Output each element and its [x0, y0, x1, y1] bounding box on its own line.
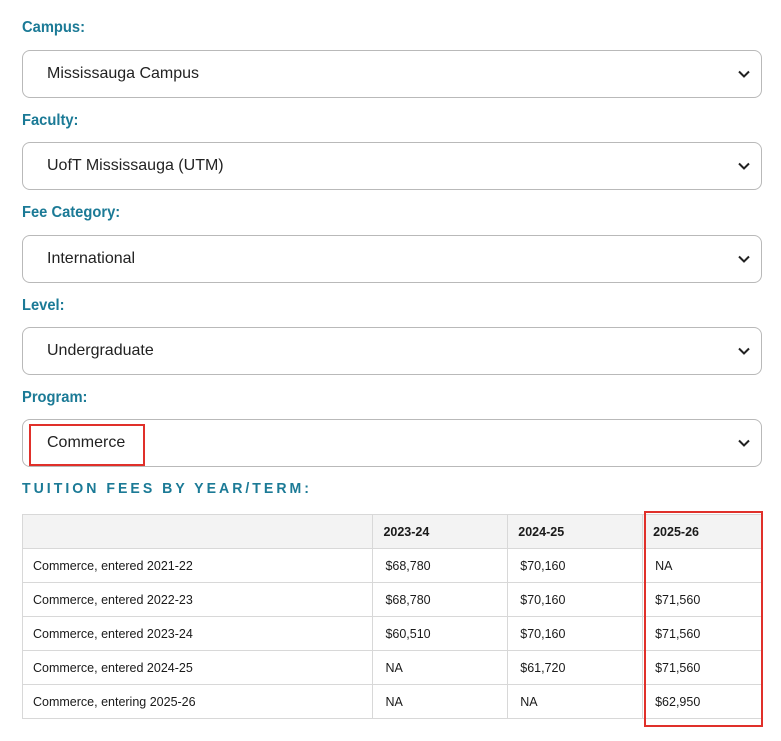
campus-select[interactable]: Mississauga Campus [22, 50, 762, 98]
row-label: Commerce, entered 2021-22 [21, 548, 374, 583]
table-header-cell [21, 514, 374, 549]
table-row: Commerce, entered 2023-24 $60,510 $70,16… [21, 616, 762, 651]
fee-cell: NA [642, 548, 762, 583]
tuition-fees-heading: TUITION FEES BY YEAR/TERM: [22, 480, 313, 497]
fee-category-group: Fee Category: [22, 203, 129, 223]
program-highlight-box [29, 424, 145, 466]
table-header-cell: 2025-26 [642, 514, 762, 549]
fee-cell: $62,950 [642, 684, 762, 719]
campus-group: Campus: [22, 18, 90, 38]
fee-cell: NA [507, 684, 644, 719]
chevron-down-icon [737, 436, 751, 450]
table-header-cell: 2024-25 [507, 514, 644, 549]
faculty-select[interactable]: UofT Mississauga (UTM) [22, 142, 762, 190]
table-header-cell: 2023-24 [372, 514, 509, 549]
tuition-fees-table: 2023-24 2024-25 2025-26 Commerce, entere… [21, 514, 762, 719]
program-group: Program: [22, 388, 93, 408]
fee-cell: $70,160 [507, 548, 644, 583]
table-row: Commerce, entering 2025-26 NA NA $62,950 [21, 684, 762, 719]
fee-cell: $71,560 [642, 650, 762, 685]
table-row: Commerce, entered 2021-22 $68,780 $70,16… [21, 548, 762, 583]
fee-cell: NA [372, 684, 509, 719]
row-label: Commerce, entered 2022-23 [21, 582, 374, 617]
fee-cell: $60,510 [372, 616, 509, 651]
row-label: Commerce, entered 2023-24 [21, 616, 374, 651]
fee-category-select[interactable]: International [22, 235, 762, 283]
level-group: Level: [22, 296, 68, 316]
fee-cell: $70,160 [507, 582, 644, 617]
fee-cell: $70,160 [507, 616, 644, 651]
program-label: Program: [22, 389, 88, 406]
fee-cell: $71,560 [642, 582, 762, 617]
row-label: Commerce, entered 2024-25 [21, 650, 374, 685]
fee-cell: NA [372, 650, 509, 685]
campus-label: Campus: [22, 19, 85, 36]
faculty-group: Faculty: [22, 111, 83, 131]
chevron-down-icon [737, 159, 751, 173]
fee-cell: $68,780 [372, 548, 509, 583]
program-select[interactable]: Commerce [22, 419, 762, 467]
table-header-row: 2023-24 2024-25 2025-26 [21, 514, 762, 549]
chevron-down-icon [737, 252, 751, 266]
row-label: Commerce, entering 2025-26 [21, 684, 374, 719]
faculty-select-value: UofT Mississauga (UTM) [47, 157, 224, 174]
chevron-down-icon [737, 67, 751, 81]
fee-cell: $61,720 [507, 650, 644, 685]
level-select[interactable]: Undergraduate [22, 327, 762, 375]
table-row: Commerce, entered 2022-23 $68,780 $70,16… [21, 582, 762, 617]
level-label: Level: [22, 297, 65, 314]
fee-cell: $68,780 [372, 582, 509, 617]
fee-cell: $71,560 [642, 616, 762, 651]
faculty-label: Faculty: [22, 112, 79, 129]
fee-category-select-value: International [47, 250, 136, 267]
campus-select-value: Mississauga Campus [47, 65, 200, 82]
level-select-value: Undergraduate [47, 342, 154, 359]
fee-category-label: Fee Category: [22, 204, 121, 221]
chevron-down-icon [737, 344, 751, 358]
table-row: Commerce, entered 2024-25 NA $61,720 $71… [21, 650, 762, 685]
